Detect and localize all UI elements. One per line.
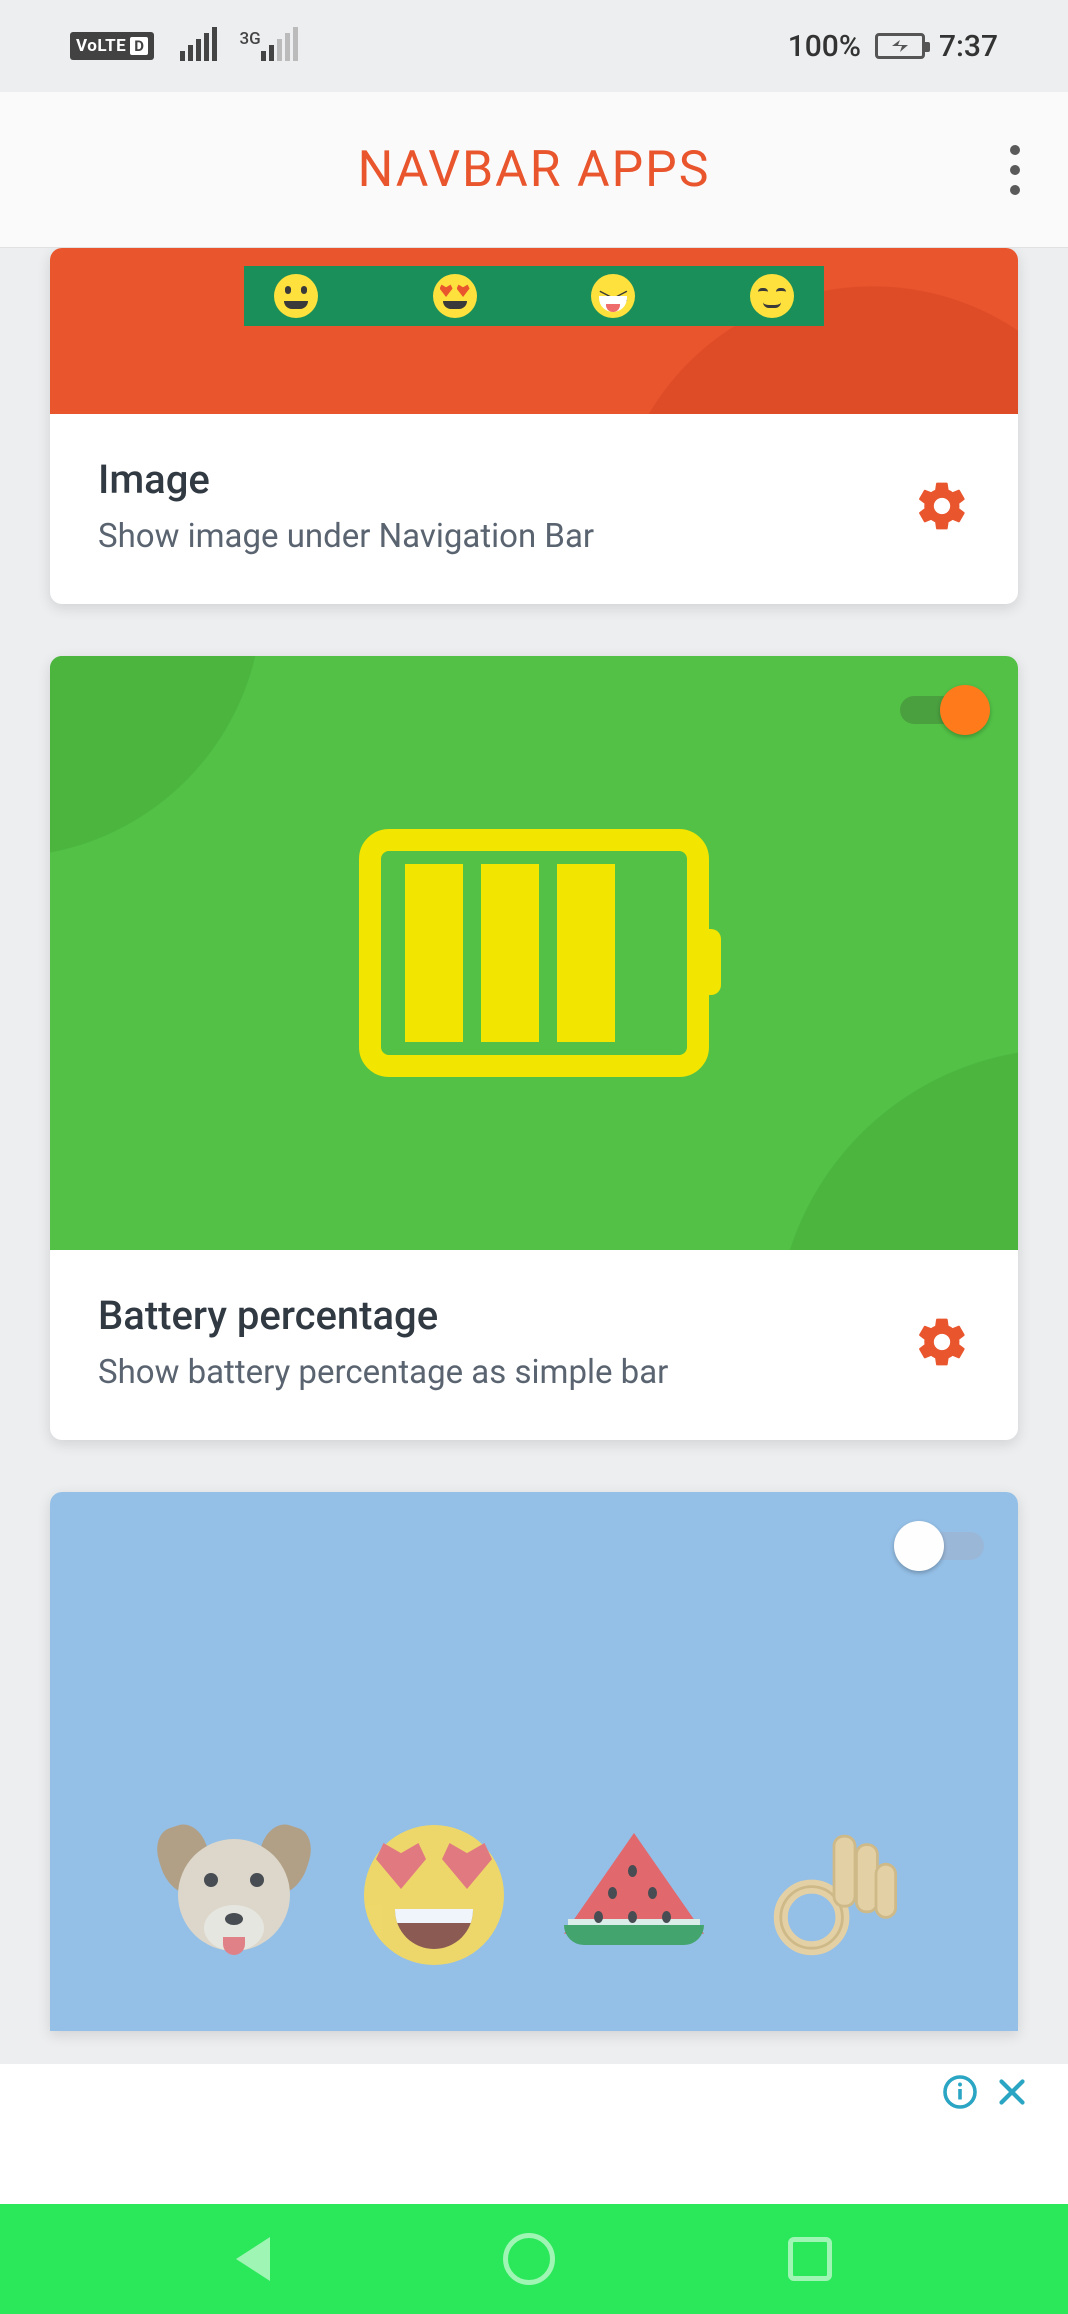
card-emoji-preview xyxy=(50,1492,1018,2031)
card-battery-preview xyxy=(50,656,1018,1250)
emoji-ok-hand-icon xyxy=(764,1825,904,1965)
ad-info-icon[interactable] xyxy=(942,2074,978,2114)
demo-navbar: ＞＜ xyxy=(244,266,824,326)
signal-strength-secondary-icon xyxy=(261,31,298,61)
card-battery-subtitle: Show battery percentage as simple bar xyxy=(98,1353,668,1392)
battery-percent-label: 100% xyxy=(788,29,861,64)
overflow-menu-button[interactable] xyxy=(1010,145,1020,195)
volte-indicator: VoLTED xyxy=(70,32,154,60)
emoji-watermelon-icon xyxy=(564,1825,704,1965)
ad-close-icon[interactable] xyxy=(994,2074,1030,2114)
system-back-button[interactable] xyxy=(236,2237,270,2281)
content-scroll[interactable]: ＞＜ Image Show image under Navigation Bar xyxy=(0,248,1068,2204)
emoji-heart-eyes-icon xyxy=(433,274,477,318)
system-navigation-bar xyxy=(0,2204,1068,2314)
ad-banner[interactable] xyxy=(0,2064,1068,2204)
system-recents-button[interactable] xyxy=(788,2237,832,2281)
status-bar: VoLTED 3G 100% 7:37 xyxy=(0,0,1068,92)
emoji-heart-eyes-big-icon xyxy=(364,1825,504,1965)
card-battery-settings-button[interactable] xyxy=(914,1314,970,1370)
card-image-preview: ＞＜ xyxy=(50,248,1018,414)
system-home-button[interactable] xyxy=(503,2233,555,2285)
battery-icon xyxy=(875,33,925,59)
signal-strength-icon xyxy=(180,31,217,61)
emoji-grin-icon xyxy=(274,274,318,318)
card-image-subtitle: Show image under Navigation Bar xyxy=(98,517,594,556)
card-emoji-toggle[interactable] xyxy=(900,1526,984,1566)
card-image: ＞＜ Image Show image under Navigation Bar xyxy=(50,248,1018,604)
card-battery-title: Battery percentage xyxy=(98,1292,668,1339)
emoji-content-icon xyxy=(750,274,794,318)
card-emoji xyxy=(50,1492,1018,2031)
card-battery-toggle[interactable] xyxy=(900,690,984,730)
card-battery: Battery percentage Show battery percenta… xyxy=(50,656,1018,1440)
card-image-title: Image xyxy=(98,456,594,503)
emoji-dog-icon xyxy=(164,1825,304,1965)
card-image-settings-button[interactable] xyxy=(914,478,970,534)
app-bar: NAVBAR APPS xyxy=(0,92,1068,248)
clock-label: 7:37 xyxy=(939,29,998,64)
battery-large-icon xyxy=(359,829,709,1077)
emoji-laugh-icon: ＞＜ xyxy=(591,274,635,318)
network-type-label: 3G xyxy=(239,31,260,47)
app-title: NAVBAR APPS xyxy=(358,141,711,199)
